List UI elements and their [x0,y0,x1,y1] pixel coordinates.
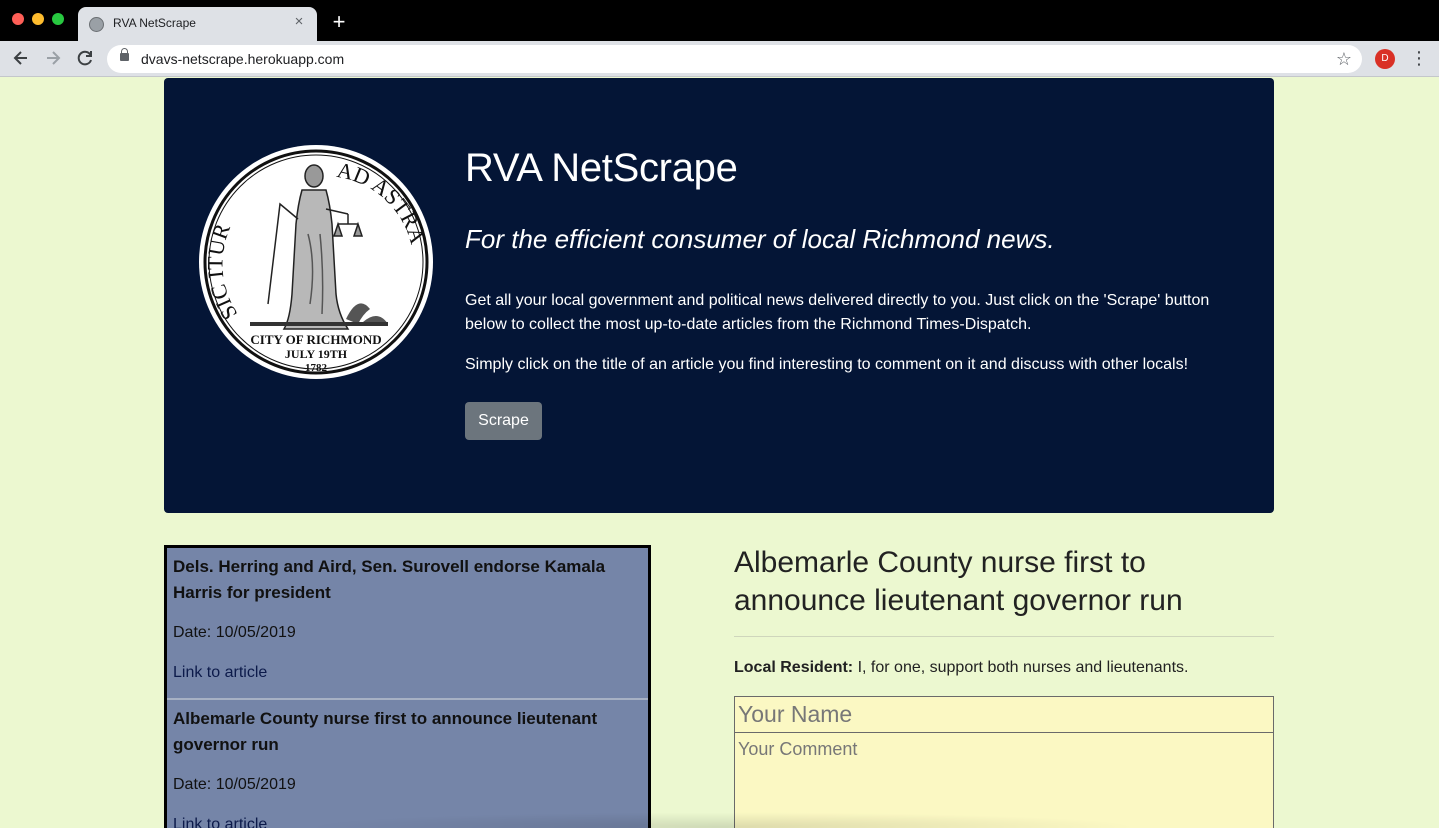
article-detail-title: Albemarle County nurse first to announce… [734,546,1183,617]
hero-description: Get all your local government and politi… [465,292,1210,333]
name-input[interactable] [734,696,1274,733]
hero-subtitle: For the efficient consumer of local Rich… [465,224,1055,254]
article-title[interactable]: Albemarle County nurse first to announce… [173,706,642,758]
seal-date: JULY 19TH [285,347,348,361]
divider [734,636,1274,637]
back-arrow-icon[interactable] [10,47,32,69]
seal-city: CITY OF RICHMOND [250,332,381,347]
reload-icon[interactable] [74,47,96,69]
page-viewport: SIC ITUR AD ASTRA CITY OF RICHMOND JULY … [0,77,1439,828]
kebab-menu-icon[interactable]: ⋮ [1410,47,1428,69]
hero-jumbotron: SIC ITUR AD ASTRA CITY OF RICHMOND JULY … [164,78,1274,513]
comment-text: I, for one, support both nurses and lieu… [853,659,1189,676]
browser-tab-bar: RVA NetScrape × + [0,0,1439,41]
comment-author: Local Resident: [734,659,854,676]
article-date: Date: 10/05/2019 [173,624,296,641]
list-item: Albemarle County nurse first to announce… [167,700,648,828]
address-bar[interactable]: dvavs-netscrape.herokuapp.com ☆ [107,45,1362,73]
lock-icon [120,48,129,61]
tab-title: RVA NetScrape [113,16,196,30]
tab-close-icon[interactable]: × [291,14,307,30]
forward-arrow-icon[interactable] [42,47,64,69]
list-item: Dels. Herring and Aird, Sen. Surovell en… [167,548,648,700]
minimize-window-button[interactable] [32,13,44,25]
star-icon[interactable]: ☆ [1336,48,1352,70]
article-date: Date: 10/05/2019 [173,776,296,793]
scroll-shadow [300,812,1140,828]
close-window-button[interactable] [12,13,24,25]
browser-toolbar: dvavs-netscrape.herokuapp.com ☆ D ⋮ [0,41,1439,77]
hero-instructions: Simply click on the title of an article … [465,356,1189,373]
seal-year: 1782 [305,362,328,374]
richmond-seal-logo: SIC ITUR AD ASTRA CITY OF RICHMOND JULY … [199,145,433,379]
browser-tab[interactable]: RVA NetScrape × [78,7,317,41]
article-title[interactable]: Dels. Herring and Aird, Sen. Surovell en… [173,554,642,606]
page-title: RVA NetScrape [465,146,738,190]
article-list: Dels. Herring and Aird, Sen. Surovell en… [164,545,651,828]
article-detail-panel: Albemarle County nurse first to announce… [734,544,1274,828]
scrape-button[interactable]: Scrape [465,402,542,440]
comment-item: Local Resident: I, for one, support both… [734,657,1274,679]
profile-avatar[interactable]: D [1375,49,1395,69]
url-text[interactable]: dvavs-netscrape.herokuapp.com [141,51,344,67]
favicon-icon [89,17,104,32]
zoom-window-button[interactable] [52,13,64,25]
article-link[interactable]: Link to article [173,662,642,684]
new-tab-button[interactable]: + [330,11,348,33]
